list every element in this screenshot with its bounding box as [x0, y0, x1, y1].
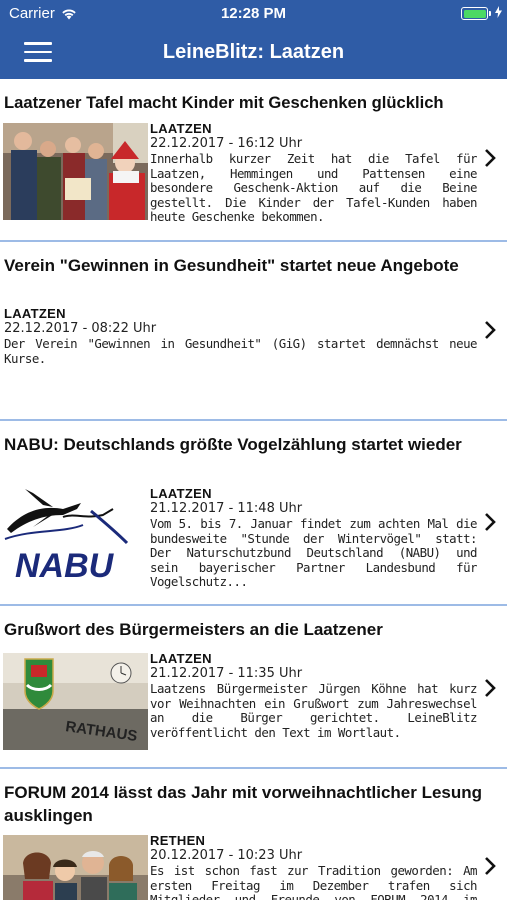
article-location: LAATZEN — [4, 306, 66, 321]
article-title: Grußwort des Bürgermeisters an die Laatz… — [4, 620, 383, 639]
article-meta: RETHEN 20.12.2017 - 10:23 Uhr Es ist sch… — [150, 833, 478, 900]
article-meta: LAATZEN 22.12.2017 - 08:22 Uhr Der Verei… — [4, 306, 478, 366]
chevron-right-icon[interactable] — [484, 678, 497, 698]
article-date: 22.12.2017 - 16:12 Uhr — [150, 136, 303, 151]
battery-tip — [489, 11, 491, 16]
article-title: Laatzener Tafel macht Kinder mit Geschen… — [4, 93, 444, 112]
article-date: 21.12.2017 - 11:48 Uhr — [150, 501, 303, 516]
chevron-right-icon[interactable] — [484, 512, 497, 532]
chevron-right-icon[interactable] — [484, 856, 497, 876]
battery-icon — [461, 7, 488, 20]
article-excerpt: Es ist schon fast zur Tradition geworden… — [150, 863, 478, 900]
status-bar: Carrier 12:28 PM — [0, 0, 507, 28]
article-item[interactable]: Grußwort des Bürgermeisters an die Laatz… — [0, 606, 507, 769]
article-date: 22.12.2017 - 08:22 Uhr — [4, 321, 157, 336]
article-meta: LAATZEN 21.12.2017 - 11:48 Uhr Vom 5. bi… — [150, 486, 478, 590]
chevron-right-icon[interactable] — [484, 148, 497, 168]
article-title: FORUM 2014 lässt das Jahr mit vorweihnac… — [4, 783, 483, 825]
article-item[interactable]: FORUM 2014 lässt das Jahr mit vorweihnac… — [0, 769, 507, 900]
article-meta: LAATZEN 21.12.2017 - 11:35 Uhr Laatzens … — [150, 651, 478, 740]
article-item[interactable]: Laatzener Tafel macht Kinder mit Geschen… — [0, 79, 507, 242]
nabu-logo-text: NABU — [15, 547, 115, 582]
article-item[interactable]: NABU: Deutschlands größte Vogelzählung s… — [0, 421, 507, 606]
navigation-bar: LeineBlitz: Laatzen — [0, 28, 507, 79]
article-excerpt: Innerhalb kurzer Zeit hat die Tafel für … — [150, 151, 478, 224]
article-date: 21.12.2017 - 11:35 Uhr — [150, 666, 303, 681]
article-image-tafel — [3, 123, 148, 220]
article-location: LAATZEN — [150, 651, 212, 666]
article-location: RETHEN — [150, 833, 206, 848]
article-location: LAATZEN — [150, 486, 212, 501]
article-excerpt: Laatzens Bürgermeister Jürgen Köhne hat … — [150, 681, 478, 740]
article-location: LAATZEN — [150, 121, 212, 136]
status-time: 12:28 PM — [220, 5, 287, 22]
nabu-logo-image: NABU — [3, 485, 148, 582]
charging-bolt-icon — [495, 6, 502, 18]
article-title: Verein "Gewinnen in Gesundheit" startet … — [4, 256, 459, 275]
chevron-right-icon[interactable] — [484, 320, 497, 340]
article-item[interactable]: Verein "Gewinnen in Gesundheit" startet … — [0, 242, 507, 421]
article-excerpt: Vom 5. bis 7. Januar findet zum achten M… — [150, 516, 478, 589]
article-excerpt: Der Verein "Gewinnen in Gesundheit" (GiG… — [4, 336, 478, 366]
article-image-rathaus: RATHAUS — [3, 653, 148, 750]
article-meta: LAATZEN 22.12.2017 - 16:12 Uhr Innerhalb… — [150, 121, 478, 225]
article-image-forum — [3, 835, 148, 900]
article-date: 20.12.2017 - 10:23 Uhr — [150, 848, 303, 863]
page-title: LeineBlitz: Laatzen — [162, 41, 345, 63]
article-title: NABU: Deutschlands größte Vogelzählung s… — [4, 435, 462, 454]
